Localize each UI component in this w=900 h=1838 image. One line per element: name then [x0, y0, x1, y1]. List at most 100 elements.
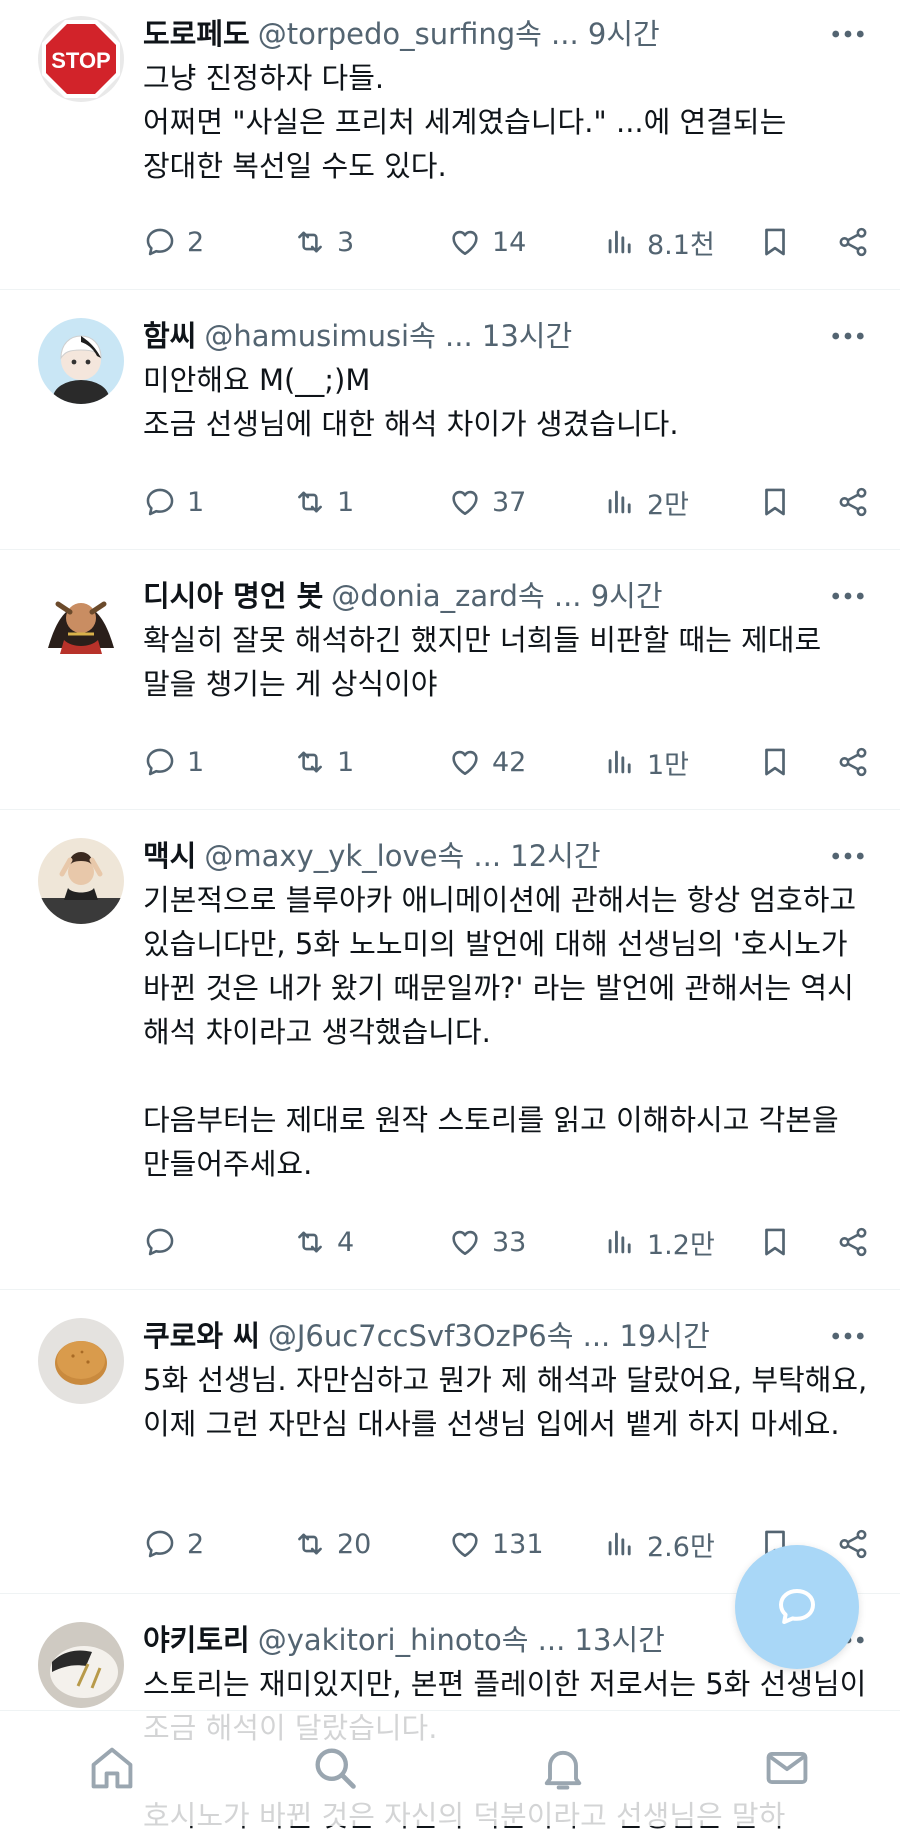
heart-icon	[452, 490, 478, 516]
views-button[interactable]: 1.2만	[603, 1218, 715, 1266]
share-button[interactable]	[836, 1520, 870, 1568]
bookmark-button[interactable]	[758, 1218, 792, 1266]
repost-button[interactable]: 3	[293, 218, 354, 266]
repost-count: 1	[337, 486, 355, 518]
repost-count: 4	[337, 1226, 355, 1258]
repost-count: 3	[337, 226, 355, 258]
share-button[interactable]	[836, 478, 870, 526]
like-button[interactable]: 37	[448, 478, 526, 526]
handle-and-time[interactable]: @yakitori_hinoto속 ... 13시간	[258, 1623, 665, 1657]
display-name[interactable]: 디시아 명언 봇	[143, 579, 323, 613]
more-options-icon[interactable]	[826, 12, 870, 56]
display-name[interactable]: 함씨	[143, 319, 196, 353]
more-options-icon[interactable]	[826, 834, 870, 878]
like-button[interactable]: 131	[448, 1520, 544, 1568]
nav-notifications[interactable]	[528, 1733, 598, 1803]
share-icon	[839, 1227, 867, 1257]
like-button[interactable]: 42	[448, 738, 526, 786]
handle-and-time[interactable]: @J6uc7ccSvf3OzP6속 ... 19시간	[268, 1319, 710, 1353]
like-count: 14	[492, 226, 527, 258]
bookmark-button[interactable]	[758, 218, 792, 266]
display-name[interactable]: 맥시	[143, 839, 196, 873]
display-name[interactable]: 쿠로와 씨	[143, 1319, 260, 1353]
bookmark-button[interactable]	[758, 738, 792, 786]
repost-button[interactable]: 4	[293, 1218, 354, 1266]
repost-button[interactable]: 1	[293, 738, 354, 786]
repost-icon	[298, 751, 322, 773]
svg-text:STOP: STOP	[51, 48, 111, 73]
person-photo-avatar[interactable]	[38, 838, 124, 924]
compose-reply-button[interactable]	[735, 1545, 859, 1669]
views-chart-icon	[608, 750, 631, 774]
views-button[interactable]: 8.1천	[603, 218, 715, 266]
repost-button[interactable]: 20	[293, 1520, 371, 1568]
post[interactable]: 맥시 @maxy_yk_love속 ... 12시간 기본적으로 블루아카 애니메…	[0, 810, 900, 1290]
like-button[interactable]: 33	[448, 1218, 526, 1266]
post[interactable]: 쿠로와 씨 @J6uc7ccSvf3OzP6속 ... 19시간 5화 선생님. …	[0, 1290, 900, 1594]
repost-button[interactable]: 1	[293, 478, 354, 526]
views-button[interactable]: 1만	[603, 738, 689, 786]
reply-button[interactable]: 2	[143, 1520, 204, 1568]
reply-button[interactable]: 1	[143, 478, 204, 526]
share-button[interactable]	[836, 738, 870, 786]
nav-messages[interactable]	[752, 1733, 822, 1803]
share-button[interactable]	[836, 218, 870, 266]
repost-icon	[298, 1533, 322, 1555]
view-count: 2.6만	[647, 1531, 715, 1563]
nav-home[interactable]	[77, 1733, 147, 1803]
more-options-icon[interactable]	[826, 1314, 870, 1358]
bell-icon	[544, 1750, 582, 1790]
like-count: 33	[492, 1226, 527, 1258]
share-icon	[839, 747, 867, 777]
display-name[interactable]: 야키토리	[143, 1623, 250, 1657]
anime-character-avatar[interactable]	[38, 318, 124, 404]
reply-icon	[146, 228, 174, 256]
more-options-icon[interactable]	[826, 574, 870, 618]
share-icon	[839, 487, 867, 517]
handle-and-time[interactable]: @maxy_yk_love속 ... 12시간	[204, 839, 600, 873]
view-count: 1만	[647, 749, 690, 781]
cookie-avatar[interactable]	[38, 1318, 124, 1404]
like-count: 131	[492, 1528, 544, 1560]
more-options-icon[interactable]	[826, 314, 870, 358]
post[interactable]: STOP 도로페도 @torpedo_surfing속 ... 9시간 그냥 진정…	[0, 0, 900, 290]
action-bar: 4 33 1.2만	[143, 1218, 870, 1266]
like-button[interactable]: 14	[448, 218, 526, 266]
like-count: 42	[492, 746, 527, 778]
reply-button[interactable]: 1	[143, 738, 204, 786]
repost-count: 1	[337, 746, 355, 778]
stop-sign-avatar[interactable]: STOP	[38, 16, 124, 102]
action-bar: 2 3 14 8.1천	[143, 218, 870, 266]
views-button[interactable]: 2만	[603, 478, 689, 526]
bookmark-button[interactable]	[758, 478, 792, 526]
search-icon	[315, 1748, 356, 1789]
heart-icon	[452, 750, 478, 776]
post-text: 미안해요 M(__;)M 조금 선생님에 대한 해석 차이가 생겼습니다.	[143, 363, 679, 441]
post[interactable]: 함씨 @hamusimusi속 ... 13시간 미안해요 M(__;)M 조금 …	[0, 290, 900, 550]
reply-count: 2	[187, 226, 205, 258]
share-icon	[839, 1529, 867, 1559]
share-icon	[839, 227, 867, 257]
reply-button[interactable]: 2	[143, 218, 204, 266]
cat-photo-avatar[interactable]	[38, 1622, 124, 1708]
share-button[interactable]	[836, 1218, 870, 1266]
views-chart-icon	[608, 1230, 631, 1254]
handle-and-time[interactable]: @hamusimusi속 ... 13시간	[204, 319, 572, 353]
reply-icon	[146, 1530, 174, 1558]
display-name[interactable]: 도로페도	[143, 17, 250, 51]
nav-search[interactable]	[300, 1733, 370, 1803]
bookmark-icon	[765, 488, 785, 516]
compose-reply-icon	[779, 1589, 815, 1624]
reply-button[interactable]	[143, 1218, 187, 1266]
post-text: 그냥 진정하자 다들. 어쩌면 "사실은 프리처 세계였습니다." ...에 연…	[143, 61, 787, 183]
views-button[interactable]: 2.6만	[603, 1520, 715, 1568]
anime-warrior-avatar[interactable]	[38, 578, 124, 664]
post[interactable]: 디시아 명언 봇 @donia_zard속 ... 9시간 확실히 잘못 해석하긴…	[0, 550, 900, 810]
handle-and-time[interactable]: @torpedo_surfing속 ... 9시간	[258, 17, 660, 51]
repost-icon	[298, 491, 322, 513]
views-chart-icon	[608, 490, 631, 514]
reply-count: 2	[187, 1528, 205, 1560]
handle-and-time[interactable]: @donia_zard속 ... 9시간	[331, 579, 662, 613]
action-bar: 1 1 42 1만	[143, 738, 870, 786]
post-header: 도로페도 @torpedo_surfing속 ... 9시간	[143, 12, 870, 56]
